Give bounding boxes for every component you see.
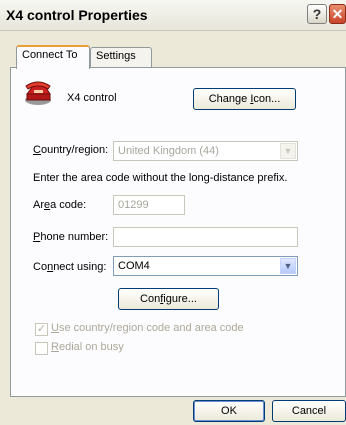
chevron-down-icon[interactable]: ▼ (280, 258, 296, 274)
close-button[interactable]: ✕ (329, 4, 346, 24)
country-select[interactable]: United Kingdom (44) ▼ (113, 141, 298, 161)
phone-icon (25, 81, 51, 105)
phone-label-text: hone number: (40, 231, 109, 243)
connect-using-label: Connect using: (33, 261, 106, 273)
change-icon-text-b: con... (253, 93, 281, 105)
chevron-down-icon[interactable]: ▼ (280, 143, 296, 159)
connect-using-value: COM4 (118, 260, 150, 272)
connect-using-text-b: nect using: (53, 261, 107, 273)
area-code-label: Area code: (33, 199, 86, 211)
connect-using-text-a: Co (33, 261, 48, 273)
area-code-instruction: Enter the area code without the long-dis… (33, 172, 288, 184)
redial-label: Redial on busy (51, 341, 124, 353)
area-code-text-a: Ar (33, 199, 44, 211)
use-country-accel: U (51, 322, 59, 334)
properties-dialog: X4 control Properties ? ✕ Connect To Set… (0, 0, 346, 425)
country-label-text: ountry/region: (40, 144, 109, 156)
redial-checkbox[interactable] (35, 342, 48, 355)
window-title: X4 control Properties (6, 7, 148, 23)
ok-label: OK (221, 405, 237, 417)
connection-name: X4 control (67, 92, 117, 104)
question-icon: ? (312, 6, 322, 22)
checkmark-icon: ✓ (36, 323, 47, 335)
tab-settings[interactable]: Settings (90, 47, 152, 67)
redial-accel: R (51, 341, 59, 353)
title-bar[interactable]: X4 control Properties ? ✕ (0, 0, 346, 31)
tab-connect-to-label: Connect To (22, 49, 78, 61)
country-value: United Kingdom (44) (118, 145, 219, 157)
configure-button[interactable]: Configure... (118, 288, 219, 310)
use-country-checkbox[interactable]: ✓ (35, 323, 48, 336)
tab-settings-label: Settings (96, 50, 136, 62)
phone-number-input[interactable] (113, 227, 298, 247)
area-code-value: 01299 (118, 199, 149, 211)
configure-text-b: igure... (163, 293, 197, 305)
tab-connect-to[interactable]: Connect To (16, 45, 90, 69)
use-country-text: se country/region code and area code (58, 322, 244, 334)
cancel-label: Cancel (291, 405, 327, 417)
area-code-text-b: a code: (50, 199, 87, 211)
ok-button[interactable]: OK (193, 400, 265, 422)
area-code-input[interactable]: 01299 (113, 195, 185, 215)
change-icon-text-a: Change (208, 93, 251, 105)
use-country-label: Use country/region code and area code (51, 322, 244, 334)
redial-text: edial on busy (58, 341, 124, 353)
cancel-button[interactable]: Cancel (272, 400, 346, 422)
help-button[interactable]: ? (307, 4, 327, 24)
country-label: Country/region: (33, 144, 108, 156)
close-icon: ✕ (331, 6, 344, 22)
country-accel: C (33, 144, 41, 156)
connect-using-select[interactable]: COM4 ▼ (113, 256, 298, 276)
configure-text-a: Con (140, 293, 161, 305)
change-icon-button[interactable]: Change Icon... (193, 88, 296, 110)
phone-number-label: Phone number: (33, 231, 108, 243)
